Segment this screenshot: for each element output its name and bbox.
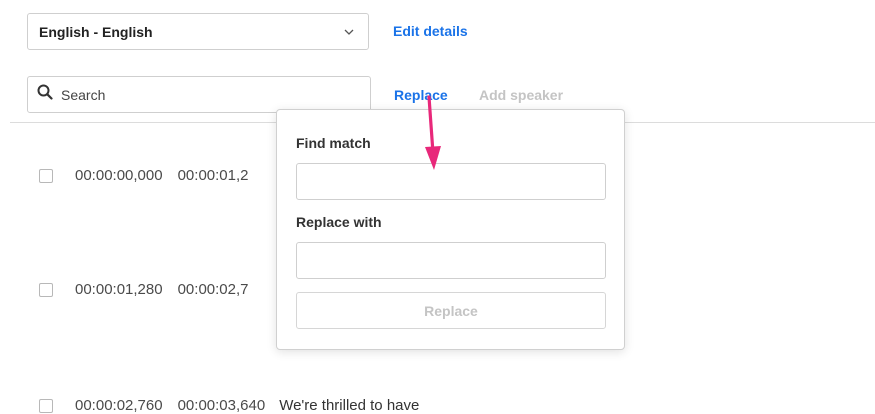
find-match-input[interactable] bbox=[296, 163, 606, 200]
language-select-value: English - English bbox=[39, 23, 153, 40]
caption-row[interactable]: 00:00:02,760 00:00:03,640 We're thrilled… bbox=[39, 397, 419, 414]
caption-row[interactable]: 00:00:00,000 00:00:01,2 bbox=[39, 167, 249, 184]
caption-row[interactable]: 00:00:01,280 00:00:02,7 bbox=[39, 281, 249, 298]
replace-popover: Find match Replace with Replace bbox=[276, 109, 625, 350]
add-speaker-link[interactable]: Add speaker bbox=[479, 87, 563, 103]
chevron-down-icon bbox=[344, 26, 354, 38]
end-time: 00:00:02,7 bbox=[177, 281, 249, 298]
row-checkbox[interactable] bbox=[39, 398, 53, 413]
row-checkbox[interactable] bbox=[39, 282, 53, 297]
search-box[interactable] bbox=[27, 76, 371, 113]
caption-text[interactable]: We're thrilled to have bbox=[279, 397, 419, 414]
end-time: 00:00:03,640 bbox=[177, 397, 266, 414]
annotation-arrow-icon bbox=[425, 95, 441, 170]
language-select[interactable]: English - English bbox=[27, 13, 369, 50]
start-time: 00:00:02,760 bbox=[75, 397, 163, 414]
find-match-label: Find match bbox=[296, 135, 371, 151]
end-time: 00:00:01,2 bbox=[177, 167, 249, 184]
replace-button[interactable]: Replace bbox=[296, 292, 606, 329]
replace-with-input[interactable] bbox=[296, 242, 606, 279]
replace-with-label: Replace with bbox=[296, 214, 382, 230]
search-icon bbox=[37, 84, 53, 105]
start-time: 00:00:01,280 bbox=[75, 281, 163, 298]
edit-details-link[interactable]: Edit details bbox=[393, 23, 468, 39]
search-input[interactable] bbox=[59, 85, 353, 104]
start-time: 00:00:00,000 bbox=[75, 167, 163, 184]
row-checkbox[interactable] bbox=[39, 168, 53, 183]
